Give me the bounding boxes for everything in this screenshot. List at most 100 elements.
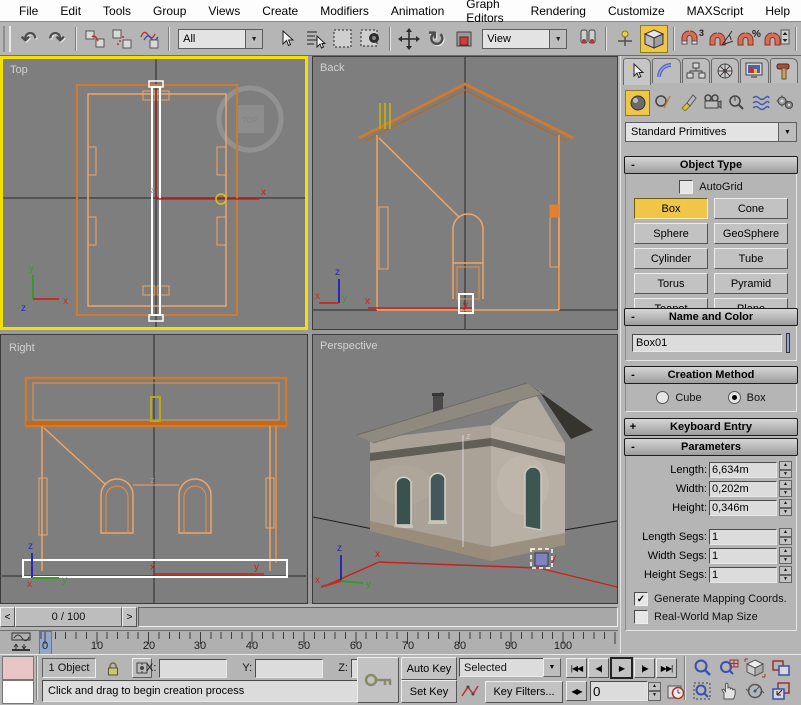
menu-animation[interactable]: Animation <box>380 0 455 21</box>
object-name-input[interactable] <box>632 334 782 352</box>
zoom-all-icon[interactable] <box>716 658 741 679</box>
object-color-swatch[interactable] <box>786 333 790 353</box>
chevron-down-icon[interactable]: ▼ <box>549 29 567 49</box>
maxscript-macro-recorder-line[interactable] <box>2 656 34 680</box>
pan-hand-icon[interactable] <box>716 681 741 702</box>
maximize-viewport-toggle-icon[interactable] <box>768 681 793 702</box>
go-to-start-icon[interactable]: |◀◀ <box>566 658 587 678</box>
undo-icon[interactable]: ↶ <box>16 26 42 52</box>
selection-set-dropdown[interactable]: Selected ▼ <box>459 658 561 677</box>
menu-modifiers[interactable]: Modifiers <box>309 0 380 21</box>
zoom-extents-all-icon[interactable] <box>768 658 793 679</box>
primitive-box-button[interactable]: Box <box>634 198 708 219</box>
menu-maxscript[interactable]: MAXScript <box>676 0 755 21</box>
toolbar-grip[interactable] <box>3 26 11 52</box>
maxscript-listener-line[interactable] <box>2 680 34 704</box>
width-spinner[interactable]: ▲▼ <box>779 480 792 497</box>
width-segs-spinner[interactable]: ▲▼ <box>779 547 792 564</box>
percent-snap-icon[interactable]: % <box>736 26 762 52</box>
frame-spinner[interactable]: ▲▼ <box>648 682 661 701</box>
redo-icon[interactable]: ↷ <box>44 26 70 52</box>
current-frame-input[interactable] <box>590 681 648 701</box>
angle-snap-icon[interactable] <box>708 26 734 52</box>
length-segs-input[interactable] <box>709 529 777 545</box>
viewport-right[interactable]: x y z z y x Right <box>0 334 308 604</box>
category-cameras-icon[interactable] <box>700 90 723 114</box>
auto-key-button[interactable]: Auto Key <box>401 657 457 680</box>
chevron-down-icon[interactable]: ▼ <box>778 122 797 142</box>
select-object-icon[interactable] <box>274 26 300 52</box>
viewport-back[interactable]: x y z x y Back <box>312 56 618 330</box>
viewport-right-canvas[interactable]: x y z z y x Right <box>1 335 307 603</box>
height-input[interactable] <box>709 500 777 516</box>
category-shapes-icon[interactable] <box>651 90 674 114</box>
primitive-geosphere-button[interactable]: GeoSphere <box>714 223 788 244</box>
viewport-perspective-canvas[interactable]: z x y z y x Perspective <box>313 335 617 603</box>
next-frame-icon[interactable]: |▶ <box>634 658 655 678</box>
unlink-icon[interactable] <box>109 26 135 52</box>
menu-group[interactable]: Group <box>142 0 197 21</box>
primitive-pyramid-button[interactable]: Pyramid <box>714 273 788 294</box>
tab-utilities-icon[interactable] <box>770 58 798 83</box>
length-segs-spinner[interactable]: ▲▼ <box>779 528 792 545</box>
primitive-torus-button[interactable]: Torus <box>634 273 708 294</box>
menu-help[interactable]: Help <box>754 0 801 21</box>
rollout-parameters-header[interactable]: - Parameters <box>624 438 798 456</box>
viewport-top[interactable]: TOP x z <box>0 56 308 330</box>
rectangular-selection-region-icon[interactable] <box>330 26 356 52</box>
menu-customize[interactable]: Customize <box>597 0 676 21</box>
set-key-button[interactable]: Set Key <box>401 680 457 703</box>
default-in-out-tangents-icon[interactable] <box>459 681 481 701</box>
rollout-object-type-header[interactable]: - Object Type <box>624 156 798 174</box>
length-input[interactable] <box>709 462 777 478</box>
select-and-move-icon[interactable] <box>396 26 422 52</box>
subcategory-dropdown[interactable]: Standard Primitives ▼ <box>625 122 797 142</box>
zoom-icon[interactable] <box>690 658 715 679</box>
width-segs-input[interactable] <box>709 548 777 564</box>
tab-display-icon[interactable] <box>740 58 768 83</box>
chevron-down-icon[interactable]: ▼ <box>245 29 263 49</box>
selection-filter-dropdown[interactable]: All ▼ <box>178 29 269 49</box>
length-spinner[interactable]: ▲▼ <box>779 461 792 478</box>
category-systems-icon[interactable] <box>774 90 797 114</box>
select-by-name-icon[interactable] <box>302 26 328 52</box>
primitive-cylinder-button[interactable]: Cylinder <box>634 248 708 269</box>
menu-file[interactable]: File <box>8 0 49 21</box>
chevron-down-icon[interactable]: ▼ <box>543 658 561 677</box>
track-bar[interactable]: 0 10 20 30 40 50 60 70 80 90 100 <box>0 630 618 654</box>
x-coordinate-input[interactable] <box>159 659 227 678</box>
category-helpers-icon[interactable] <box>725 90 748 114</box>
primitive-tube-button[interactable]: Tube <box>714 248 788 269</box>
use-pivot-center-icon[interactable] <box>575 26 601 52</box>
time-prev-button[interactable]: < <box>0 607 15 627</box>
set-keys-button[interactable] <box>357 657 399 703</box>
select-and-manipulate-icon[interactable] <box>612 26 638 52</box>
height-segs-spinner[interactable]: ▲▼ <box>779 566 792 583</box>
selection-lock-icon[interactable] <box>102 658 124 678</box>
bind-to-spacewarp-icon[interactable] <box>137 26 163 52</box>
time-slider-button[interactable]: 0 / 100 <box>15 607 122 627</box>
select-and-scale-icon[interactable] <box>451 26 477 52</box>
spinner-snap-icon[interactable] <box>764 26 790 52</box>
track-bar-ruler[interactable]: 0 10 20 30 40 50 60 70 80 90 100 <box>34 631 618 654</box>
generate-mapping-coords-checkbox[interactable]: ✓ <box>634 592 648 606</box>
primitive-sphere-button[interactable]: Sphere <box>634 223 708 244</box>
autogrid-checkbox[interactable] <box>679 180 693 194</box>
category-space-warps-icon[interactable] <box>749 90 772 114</box>
window-crossing-icon[interactable] <box>358 26 384 52</box>
category-lights-icon[interactable] <box>676 90 699 114</box>
menu-views[interactable]: Views <box>197 0 251 21</box>
key-filters-button[interactable]: Key Filters... <box>485 681 563 703</box>
category-geometry-icon[interactable] <box>625 90 650 116</box>
zoom-extents-icon[interactable] <box>742 658 767 679</box>
viewport-perspective[interactable]: z x y z y x Perspective <box>312 334 618 604</box>
height-segs-input[interactable] <box>709 567 777 583</box>
width-input[interactable] <box>709 481 777 497</box>
menu-create[interactable]: Create <box>251 0 309 21</box>
viewport-back-canvas[interactable]: x y z x y Back <box>313 57 617 329</box>
tab-create-icon[interactable] <box>623 58 651 85</box>
select-and-rotate-icon[interactable]: ↻ <box>424 26 450 52</box>
y-coordinate-input[interactable] <box>255 659 323 678</box>
select-link-icon[interactable] <box>82 26 108 52</box>
rollout-name-color-header[interactable]: - Name and Color <box>624 308 798 326</box>
